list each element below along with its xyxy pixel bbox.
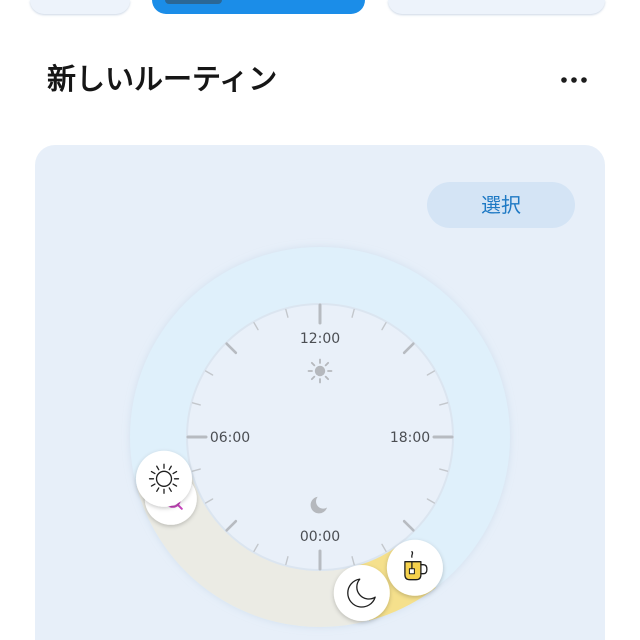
dot: [581, 77, 587, 83]
screen: 新しいルーティン 選択 12:00 06:00 18:00 00:00: [0, 0, 640, 640]
tea-handle[interactable]: [386, 539, 443, 596]
top-card-right[interactable]: [388, 0, 605, 14]
more-horizontal-icon: [561, 77, 587, 83]
top-card-selected[interactable]: [152, 0, 365, 14]
tea-tag: [408, 568, 415, 575]
routine-panel: 選択: [35, 145, 605, 640]
dot: [571, 77, 577, 83]
dot: [561, 77, 567, 83]
handle-knob[interactable]: [333, 565, 390, 621]
card-highlight: [165, 0, 222, 4]
top-card-left[interactable]: [30, 0, 130, 14]
sun-handle[interactable]: [136, 450, 192, 507]
moon-handle[interactable]: [333, 565, 390, 621]
page-title: 新しいルーティン: [47, 62, 278, 96]
handle-knob[interactable]: [136, 450, 192, 507]
more-button[interactable]: [560, 76, 588, 84]
select-button[interactable]: 選択: [427, 182, 575, 228]
